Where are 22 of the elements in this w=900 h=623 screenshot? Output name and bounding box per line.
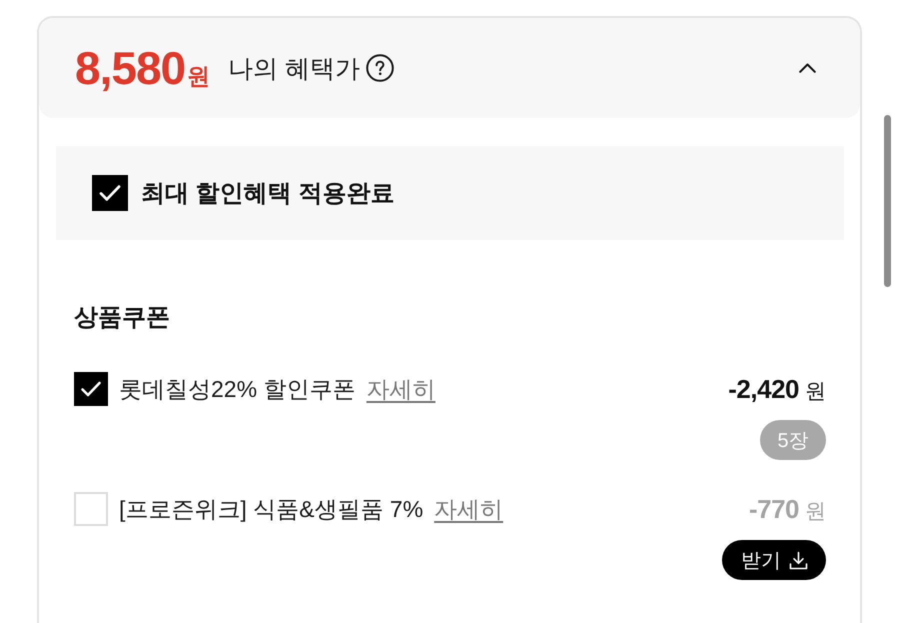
max-discount-checkbox[interactable]: [92, 175, 128, 211]
coupon-checkbox[interactable]: [74, 492, 108, 526]
coupon-checkbox[interactable]: [74, 372, 108, 406]
coupon-name: 롯데칠성22% 할인쿠폰: [119, 374, 356, 404]
receive-button[interactable]: 받기: [722, 540, 826, 580]
detail-link[interactable]: 자세히: [366, 374, 436, 404]
discount-amount: -770: [748, 493, 799, 526]
currency-unit: 원: [805, 499, 826, 525]
section-title: 상품쿠폰: [74, 303, 171, 333]
coupon-count-badge: 5장: [760, 420, 826, 460]
coupon-name: [프로즌위크] 식품&생필품 7%: [119, 494, 424, 524]
currency-unit: 원: [805, 379, 826, 405]
chevron-up-icon[interactable]: [799, 63, 816, 73]
detail-link[interactable]: 자세히: [434, 494, 504, 524]
scrollbar-thumb[interactable]: [884, 115, 891, 287]
discount-amount: -2,420: [728, 373, 799, 406]
help-icon[interactable]: [366, 54, 394, 82]
benefit-price: 8,580: [75, 45, 186, 91]
benefit-price-label: 나의 혜택가: [228, 54, 360, 84]
download-icon: [789, 550, 808, 570]
currency-unit: 원: [187, 65, 210, 88]
max-discount-label: 최대 할인혜택 적용완료: [141, 179, 394, 209]
